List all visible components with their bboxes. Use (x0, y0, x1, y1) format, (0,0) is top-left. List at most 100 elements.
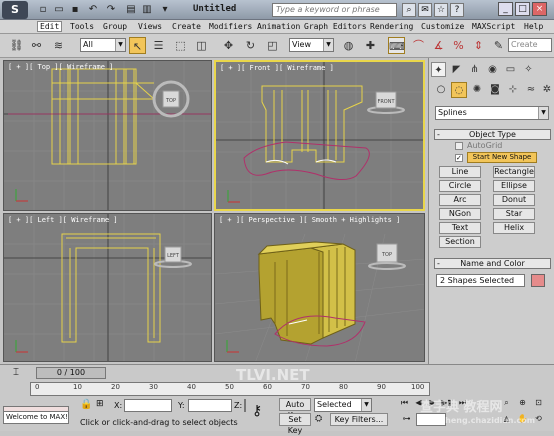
named-selection-set-dropdown[interactable]: Create (508, 38, 552, 52)
object-name-field[interactable]: 2 Shapes Selected (436, 274, 525, 287)
autogrid-checkbox[interactable] (455, 142, 463, 150)
maximize-button[interactable]: □ (515, 2, 530, 16)
select-and-scale-icon[interactable]: ◰ (264, 37, 281, 54)
edit-named-selection-icon[interactable]: ✎ (490, 37, 507, 54)
menu-maxscript[interactable]: MAXScript (472, 22, 515, 31)
key-filters-icon[interactable]: ⛭ (315, 414, 322, 424)
modify-tab-icon[interactable]: ◤ (449, 62, 464, 77)
open-file-icon[interactable]: ▭ (52, 3, 66, 16)
select-and-move-icon[interactable]: ✥ (220, 37, 237, 54)
keyboard-shortcut-override-icon[interactable]: ⌨ (388, 37, 405, 54)
display-tab-icon[interactable]: ▭ (503, 62, 518, 77)
menu-rendering[interactable]: Rendering (370, 22, 413, 31)
key-mode-toggle-icon[interactable]: ⊶ (400, 413, 413, 425)
set-key-mode-icon[interactable]: ⚷ (252, 403, 262, 419)
motion-tab-icon[interactable]: ◉ (485, 62, 500, 77)
mini-curve-editor-icon[interactable]: ⌶ (8, 367, 24, 379)
z-coordinate-field[interactable] (244, 399, 246, 412)
viewport-top[interactable]: TOP [ + ][ Top ][ Wireframe ] (3, 60, 212, 211)
close-button[interactable]: × (532, 2, 547, 16)
viewport-front[interactable]: FRONT [ + ][ Front ][ Wireframe ] (214, 60, 425, 211)
unlink-icon[interactable]: ⚯ (28, 37, 45, 54)
space-warps-icon[interactable]: ≈ (523, 82, 539, 98)
menu-customize[interactable]: Customize (421, 22, 464, 31)
start-new-shape-checkbox[interactable]: ✓ (455, 154, 463, 162)
lock-selection-icon[interactable]: 🔒 (80, 399, 92, 410)
menu-graph-editors[interactable]: Graph Editors (304, 22, 367, 31)
redo-icon[interactable]: ↷ (104, 3, 118, 16)
ellipse-button[interactable]: Ellipse (493, 180, 535, 192)
arc-button[interactable]: Arc (439, 194, 481, 206)
helix-button[interactable]: Helix (493, 222, 535, 234)
object-color-swatch[interactable] (531, 274, 545, 287)
helpers-icon[interactable]: ⊹ (505, 82, 521, 98)
viewport-perspective-label[interactable]: [ + ][ Perspective ][ Smooth + Highlight… (219, 216, 400, 224)
percent-snap-icon[interactable]: % (450, 37, 467, 54)
bind-space-warp-icon[interactable]: ≋ (50, 37, 67, 54)
viewport-front-label[interactable]: [ + ][ Front ][ Wireframe ] (220, 64, 334, 72)
menu-edit[interactable]: Edit (37, 21, 63, 32)
cameras-icon[interactable]: ◙ (487, 82, 503, 98)
section-button[interactable]: Section (439, 236, 481, 248)
window-crossing-icon[interactable]: ◫ (193, 37, 210, 54)
lights-icon[interactable]: ✺ (469, 82, 485, 98)
maxscript-listener-white[interactable]: Welcome to MAX! (3, 411, 69, 424)
zoom-all-icon[interactable]: ⊕ (516, 397, 529, 409)
select-by-name-icon[interactable]: ☰ (150, 37, 167, 54)
project-folder-icon[interactable]: ▾ (158, 3, 172, 16)
go-to-start-icon[interactable]: ⏮ (398, 397, 411, 409)
select-object-icon[interactable]: ↖ (129, 37, 146, 54)
geometry-icon[interactable]: ○ (433, 82, 449, 98)
set-key-button[interactable]: Set Key (279, 413, 311, 435)
zoom-extents-icon[interactable]: ⊡ (532, 397, 545, 409)
line-button[interactable]: Line (439, 166, 481, 178)
key-filters-button[interactable]: Key Filters... (330, 413, 388, 426)
menu-modifiers[interactable]: Modifiers (209, 22, 252, 31)
object-type-rollout[interactable]: - Object Type (434, 129, 551, 140)
favorites-icon[interactable]: ☆ (434, 3, 448, 17)
selection-filter-dropdown[interactable]: All ▼ (80, 38, 126, 52)
rectangular-selection-icon[interactable]: ⬚ (172, 37, 189, 54)
star-button[interactable]: Star (493, 208, 535, 220)
angle-snap-icon[interactable]: ∡ (430, 37, 447, 54)
time-slider[interactable]: 0 / 100 (36, 367, 106, 379)
systems-icon[interactable]: ✲ (539, 82, 554, 98)
viewport-top-label[interactable]: [ + ][ Top ][ Wireframe ] (8, 63, 113, 71)
create-tab-icon[interactable]: ✦ (431, 62, 446, 77)
menu-tools[interactable]: Tools (70, 22, 94, 31)
minimize-button[interactable]: _ (498, 2, 513, 16)
utilities-tab-icon[interactable]: ✧ (521, 62, 536, 77)
ngon-button[interactable]: NGon (439, 208, 481, 220)
save-file-icon[interactable]: ▪ (68, 3, 82, 16)
menu-help[interactable]: Help (524, 22, 543, 31)
y-coordinate-field[interactable] (188, 399, 232, 412)
viewport-left[interactable]: LEFT [ + ][ Left ][ Wireframe ] (3, 213, 212, 362)
snaps-toggle-icon[interactable]: ⌒ (410, 37, 427, 54)
rectangle-button[interactable]: Rectangle (493, 166, 535, 178)
menu-views[interactable]: Views (138, 22, 162, 31)
search-input[interactable]: Type a keyword or phrase (272, 3, 397, 17)
name-and-color-rollout[interactable]: - Name and Color (434, 258, 551, 269)
new-file-icon[interactable]: ▫ (36, 3, 50, 16)
select-and-rotate-icon[interactable]: ↻ (242, 37, 259, 54)
viewport-perspective[interactable]: TOP [ + ][ Perspective ][ Smooth + Highl… (214, 213, 425, 362)
auto-key-button[interactable]: Auto Key (279, 398, 311, 420)
shapes-icon[interactable]: ◌ (451, 82, 467, 98)
undo-icon[interactable]: ↶ (86, 3, 100, 16)
timeline-track[interactable]: 0 10 20 30 40 50 60 70 80 90 100 (30, 382, 430, 396)
key-mode-dropdown[interactable]: Selected ▼ (314, 398, 372, 412)
menu-animation[interactable]: Animation (257, 22, 300, 31)
spinner-snap-icon[interactable]: ⇕ (470, 37, 487, 54)
fetch-icon[interactable]: ▥ (140, 3, 154, 16)
start-new-shape-button[interactable]: Start New Shape (467, 152, 537, 163)
donut-button[interactable]: Donut (493, 194, 535, 206)
menu-create[interactable]: Create (172, 22, 201, 31)
text-button[interactable]: Text (439, 222, 481, 234)
circle-button[interactable]: Circle (439, 180, 481, 192)
hold-icon[interactable]: ▤ (124, 3, 138, 16)
search-icon[interactable]: ⌕ (402, 3, 416, 17)
x-coordinate-field[interactable] (124, 399, 172, 412)
pivot-center-icon[interactable]: ◍ (340, 37, 357, 54)
help-icon[interactable]: ? (450, 3, 464, 17)
category-dropdown[interactable]: Splines ▼ (435, 106, 549, 120)
